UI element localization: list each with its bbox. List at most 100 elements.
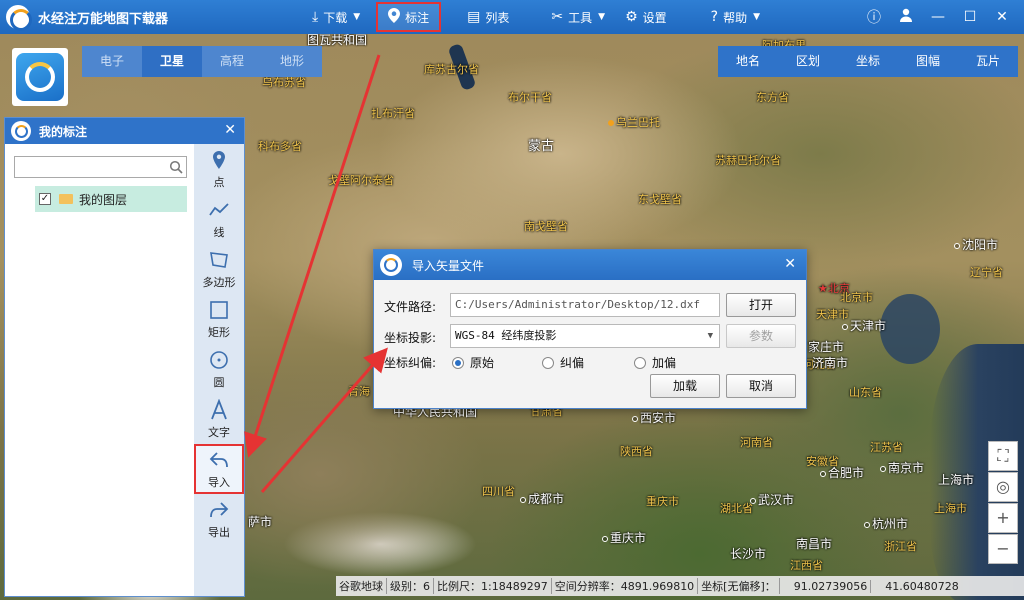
file-path-field[interactable]: C:/Users/Administrator/Desktop/12.dxf bbox=[450, 293, 720, 317]
menu-label: 列表 bbox=[485, 10, 510, 25]
menu-settings[interactable]: ⚙ 设置 bbox=[615, 0, 677, 34]
tool-circle[interactable]: 圆 bbox=[194, 344, 244, 394]
map-label: 合肥市 bbox=[820, 464, 864, 481]
info-icon[interactable]: ⓘ bbox=[858, 7, 890, 27]
tool-point[interactable]: 点 bbox=[194, 144, 244, 194]
tool-coordinates[interactable]: 坐标 bbox=[838, 46, 898, 77]
radio-original[interactable]: 原始 bbox=[452, 354, 494, 371]
map-label: 青海 bbox=[348, 385, 370, 398]
tool-polygon[interactable]: 多边形 bbox=[194, 244, 244, 294]
tool-divisions[interactable]: 区划 bbox=[778, 46, 838, 77]
menu-annotation[interactable]: 标注 bbox=[376, 2, 442, 32]
tool-text[interactable]: 文字 bbox=[194, 394, 244, 444]
gear-icon: ⚙ bbox=[625, 9, 638, 25]
map-label: 成都市 bbox=[520, 490, 564, 507]
caret-down-icon: ▼ bbox=[598, 12, 606, 22]
tool-rectangle[interactable]: 矩形 bbox=[194, 294, 244, 344]
tool-label: 导入 bbox=[208, 475, 230, 489]
maptype-elevation[interactable]: 高程 bbox=[202, 46, 262, 77]
open-button[interactable]: 打开 bbox=[726, 293, 796, 317]
projection-value: WGS-84 经纬度投影 bbox=[455, 329, 557, 342]
map-label: 湖北省 bbox=[720, 502, 753, 515]
circle-icon bbox=[210, 350, 228, 369]
map-label: 江西省 bbox=[790, 559, 823, 572]
map-source-logo[interactable] bbox=[12, 48, 68, 106]
map-label: 库苏古尔省 bbox=[424, 63, 479, 76]
tool-tiles[interactable]: 瓦片 bbox=[958, 46, 1018, 77]
tool-export[interactable]: 导出 bbox=[194, 494, 244, 544]
tool-label: 导出 bbox=[208, 525, 230, 539]
menu-label: 设置 bbox=[642, 10, 667, 25]
tool-label: 多边形 bbox=[202, 275, 236, 289]
tool-place-names[interactable]: 地名 bbox=[718, 46, 778, 77]
status-level: 级别：6 bbox=[387, 578, 434, 594]
layer-label: 我的图层 bbox=[79, 192, 128, 207]
map-label-text: 重庆市 bbox=[610, 531, 647, 545]
import-vector-dialog: 导入矢量文件 ✕ 文件路径: C:/Users/Administrator/De… bbox=[373, 249, 807, 409]
map-label: 乌兰巴托 bbox=[608, 114, 660, 130]
status-bar: 谷歌地球 级别：6 比例尺：1:18489297 空间分辨率：4891.9698… bbox=[336, 576, 1024, 596]
close-icon[interactable]: ✕ bbox=[224, 122, 236, 138]
tool-import[interactable]: 导入 bbox=[194, 444, 244, 494]
tool-map-sheet[interactable]: 图幅 bbox=[898, 46, 958, 77]
projection-select[interactable]: WGS-84 经纬度投影 ▼ bbox=[450, 324, 720, 348]
locate-icon[interactable]: ◎ bbox=[988, 472, 1018, 502]
maximize-icon[interactable]: ☐ bbox=[954, 9, 986, 25]
menu-help[interactable]: ? 帮助 ▼ bbox=[701, 0, 770, 34]
maptype-terrain[interactable]: 地形 bbox=[262, 46, 322, 77]
params-button[interactable]: 参数 bbox=[726, 324, 796, 348]
map-label: 江苏省 bbox=[870, 441, 903, 454]
tool-line[interactable]: 线 bbox=[194, 194, 244, 244]
map-label: 浙江省 bbox=[884, 540, 917, 553]
user-icon[interactable] bbox=[890, 8, 922, 26]
map-label: 济南市 bbox=[812, 356, 849, 370]
zoom-out-icon[interactable]: − bbox=[988, 534, 1018, 564]
polygon-icon bbox=[210, 251, 228, 268]
map-label-text: 杭州市 bbox=[872, 517, 909, 531]
radio-dot bbox=[634, 356, 646, 369]
layer-item[interactable]: ✓ 我的图层 bbox=[35, 186, 187, 212]
annotation-panel: 我的标注 ✕ ✓ 我的图层 点 线 多边形 矩形 圆 文字 导入 导出 bbox=[4, 117, 245, 597]
tools-icon: ✂ bbox=[551, 9, 564, 25]
close-icon[interactable]: ✕ bbox=[986, 9, 1018, 25]
cancel-button[interactable]: 取消 bbox=[726, 374, 796, 398]
zoom-in-icon[interactable]: + bbox=[988, 503, 1018, 533]
pin-icon bbox=[388, 7, 401, 27]
menu-label: 工具 bbox=[568, 10, 593, 25]
map-label: 杭州市 bbox=[864, 515, 908, 532]
radio-add-offset[interactable]: 加偏 bbox=[634, 354, 676, 371]
load-button[interactable]: 加载 bbox=[650, 374, 720, 398]
minimize-icon[interactable]: — bbox=[922, 9, 954, 25]
radio-dot bbox=[542, 356, 554, 369]
maptype-satellite[interactable]: 卫星 bbox=[142, 46, 202, 77]
close-icon[interactable]: ✕ bbox=[784, 256, 796, 272]
app-title: 水经注万能地图下载器 bbox=[38, 11, 169, 27]
rectangle-icon bbox=[210, 300, 228, 319]
search-icon[interactable] bbox=[169, 160, 183, 174]
download-icon: ⤓ bbox=[312, 9, 319, 25]
map-label-text: 成都市 bbox=[528, 492, 565, 506]
panel-search-input[interactable] bbox=[14, 156, 187, 178]
export-icon bbox=[210, 501, 229, 517]
menu-download[interactable]: ⤓ 下载 ▼ bbox=[302, 0, 370, 34]
folder-icon bbox=[59, 194, 73, 204]
map-label: 沈阳市 bbox=[954, 236, 998, 253]
tool-label: 线 bbox=[213, 225, 225, 239]
import-icon bbox=[209, 451, 228, 467]
radio-correct[interactable]: 纠偏 bbox=[542, 354, 584, 371]
tool-label: 文字 bbox=[208, 425, 230, 439]
layer-checkbox[interactable]: ✓ bbox=[39, 193, 51, 205]
map-label-text: 合肥市 bbox=[828, 466, 865, 480]
tool-label: 圆 bbox=[213, 375, 225, 389]
map-label: 陕西省 bbox=[620, 445, 653, 458]
menu-tools[interactable]: ✂ 工具 ▼ bbox=[541, 0, 615, 34]
fullscreen-icon[interactable]: ⛶ bbox=[988, 441, 1018, 471]
app-logo-icon bbox=[380, 254, 402, 276]
line-icon bbox=[209, 202, 229, 216]
menu-list[interactable]: ▤ 列表 bbox=[457, 0, 519, 34]
maptype-electronic[interactable]: 电子 bbox=[82, 46, 142, 77]
map-label: 科布多省 bbox=[258, 140, 302, 153]
title-bar: 水经注万能地图下载器 ⤓ 下载 ▼ 标注 ▤ 列表 ✂ 工具 ▼ ⚙ 设置 ? … bbox=[0, 0, 1024, 34]
map-label: 长沙市 bbox=[730, 547, 767, 561]
tool-label: 点 bbox=[213, 175, 225, 189]
